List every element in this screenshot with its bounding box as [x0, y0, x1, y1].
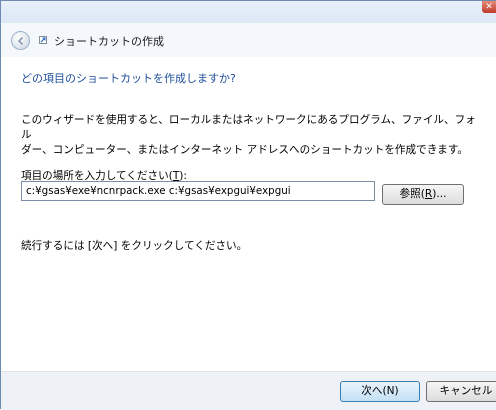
back-button[interactable]	[11, 31, 30, 50]
location-input[interactable]	[21, 181, 375, 201]
wizard-content: どの項目のショートカットを作成しますか? このウィザードを使用すると、ローカルま…	[1, 57, 496, 371]
close-button[interactable]: ✕	[482, 1, 496, 13]
back-arrow-icon	[17, 36, 24, 46]
next-button[interactable]: 次へ(N)	[340, 381, 420, 402]
wizard-title: ショートカットの作成	[54, 35, 164, 48]
create-shortcut-window: ✕ ショートカットの作成 どの項目のショートカットを作成しますか? このウィザー…	[0, 0, 496, 410]
wizard-description: このウィザードを使用すると、ローカルまたはネットワークにあるプログラム、ファイル…	[21, 113, 481, 158]
shortcut-wizard-icon	[39, 36, 47, 44]
wizard-footer: 次へ(N) キャンセル	[1, 371, 496, 410]
browse-label-suffix: )...	[432, 188, 447, 200]
description-line-2: ダー、コンピューター、またはインターネット アドレスへのショートカットを作成でき…	[21, 144, 469, 156]
browse-button[interactable]: 参照(R)...	[382, 184, 464, 205]
browse-label-prefix: 参照(	[399, 188, 425, 200]
description-line-1: このウィザードを使用すると、ローカルまたはネットワークにあるプログラム、ファイル…	[21, 114, 476, 141]
page-heading: どの項目のショートカットを作成しますか?	[21, 72, 236, 85]
close-icon: ✕	[485, 2, 493, 12]
wizard-header: ショートカットの作成	[1, 23, 496, 57]
cancel-button[interactable]: キャンセル	[426, 381, 496, 402]
continue-instruction: 続行するには [次へ] をクリックしてください。	[21, 240, 248, 252]
